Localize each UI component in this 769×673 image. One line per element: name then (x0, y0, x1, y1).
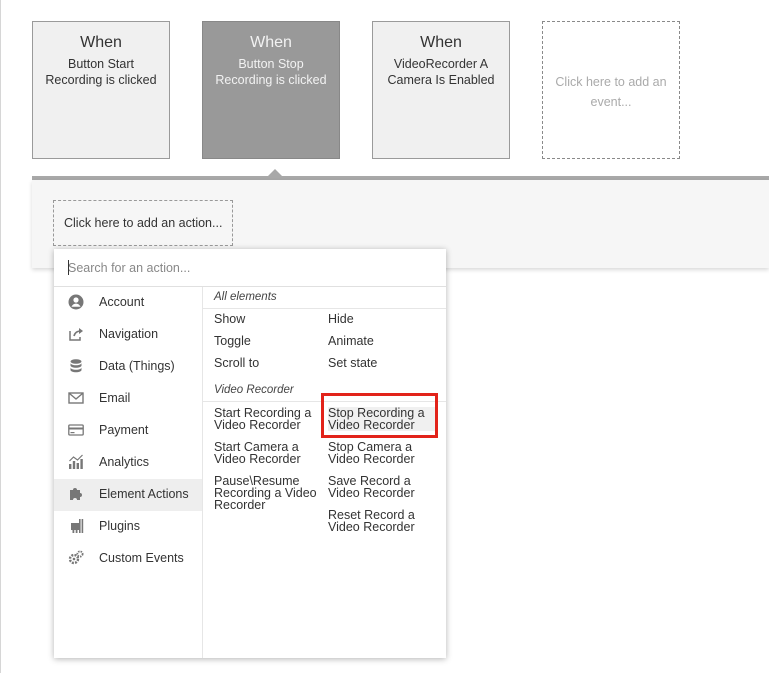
highlight-annotation (321, 393, 438, 438)
action-stop-camera[interactable]: Stop Camera a Video Recorder (328, 441, 438, 466)
action-reset-record[interactable]: Reset Record a Video Recorder (328, 509, 438, 534)
event-title: When (80, 34, 122, 51)
category-label: Email (99, 391, 131, 405)
envelope-icon (68, 392, 84, 404)
category-element-actions[interactable]: Element Actions (54, 479, 202, 511)
category-label: Account (99, 295, 145, 309)
share-icon (69, 328, 83, 341)
category-plugins[interactable]: Plugins (54, 511, 202, 543)
category-label: Navigation (99, 327, 159, 341)
section-header-video-recorder: Video Recorder (214, 384, 294, 396)
category-label: Analytics (99, 455, 150, 469)
action-scroll-to[interactable]: Scroll to (214, 357, 319, 370)
event-title: When (420, 34, 462, 51)
user-icon (68, 294, 84, 310)
category-account[interactable]: Account (54, 287, 202, 319)
category-analytics[interactable]: Analytics (54, 447, 202, 479)
event-card-start-recording[interactable]: When Button Start Recording is clicked (32, 21, 170, 159)
action-start-recording[interactable]: Start Recording a Video Recorder (214, 407, 319, 432)
credit-card-icon (68, 424, 84, 436)
action-hide[interactable]: Hide (328, 313, 438, 326)
add-event-label: Click here to add an event... (555, 75, 667, 109)
add-event-button[interactable]: Click here to add an event... (542, 21, 680, 159)
plug-icon (71, 519, 84, 533)
action-show[interactable]: Show (214, 313, 319, 326)
action-set-state[interactable]: Set state (328, 357, 438, 370)
left-divider (0, 0, 1, 673)
action-animate[interactable]: Animate (328, 335, 438, 348)
category-list: Account Navigation Data (Things) Email P… (54, 287, 203, 658)
action-search-input[interactable] (54, 249, 446, 287)
action-list: All elements Show Hide Toggle Animate Sc… (203, 287, 446, 658)
event-description: Button Stop Recording is clicked (215, 57, 327, 87)
category-label: Custom Events (99, 551, 184, 565)
action-start-camera[interactable]: Start Camera a Video Recorder (214, 441, 319, 466)
action-toggle[interactable]: Toggle (214, 335, 319, 348)
category-label: Payment (99, 423, 149, 437)
event-card-camera-enabled[interactable]: When VideoRecorder A Camera Is Enabled (372, 21, 510, 159)
action-pause-resume-recording[interactable]: Pause\Resume Recording a Video Recorder (214, 475, 319, 512)
event-description: VideoRecorder A Camera Is Enabled (387, 57, 495, 87)
event-card-stop-recording[interactable]: When Button Stop Recording is clicked (202, 21, 340, 159)
chart-icon (69, 454, 83, 469)
category-custom-events[interactable]: Custom Events (54, 543, 202, 575)
puzzle-icon (70, 488, 82, 500)
event-description: Button Start Recording is clicked (45, 57, 157, 87)
section-header-all-elements: All elements (214, 291, 277, 303)
action-save-record[interactable]: Save Record a Video Recorder (328, 475, 438, 500)
event-title: When (250, 34, 292, 51)
gears-icon (68, 550, 84, 565)
category-label: Data (Things) (99, 359, 175, 373)
text-cursor (68, 260, 69, 275)
category-navigation[interactable]: Navigation (54, 319, 202, 351)
category-email[interactable]: Email (54, 383, 202, 415)
section-divider (203, 308, 446, 309)
category-label: Plugins (99, 519, 140, 533)
category-data[interactable]: Data (Things) (54, 351, 202, 383)
category-payment[interactable]: Payment (54, 415, 202, 447)
database-icon (70, 359, 82, 373)
add-action-button[interactable]: Click here to add an action... (53, 200, 233, 246)
category-label: Element Actions (99, 487, 189, 501)
action-dropdown: Account Navigation Data (Things) Email (54, 249, 446, 658)
